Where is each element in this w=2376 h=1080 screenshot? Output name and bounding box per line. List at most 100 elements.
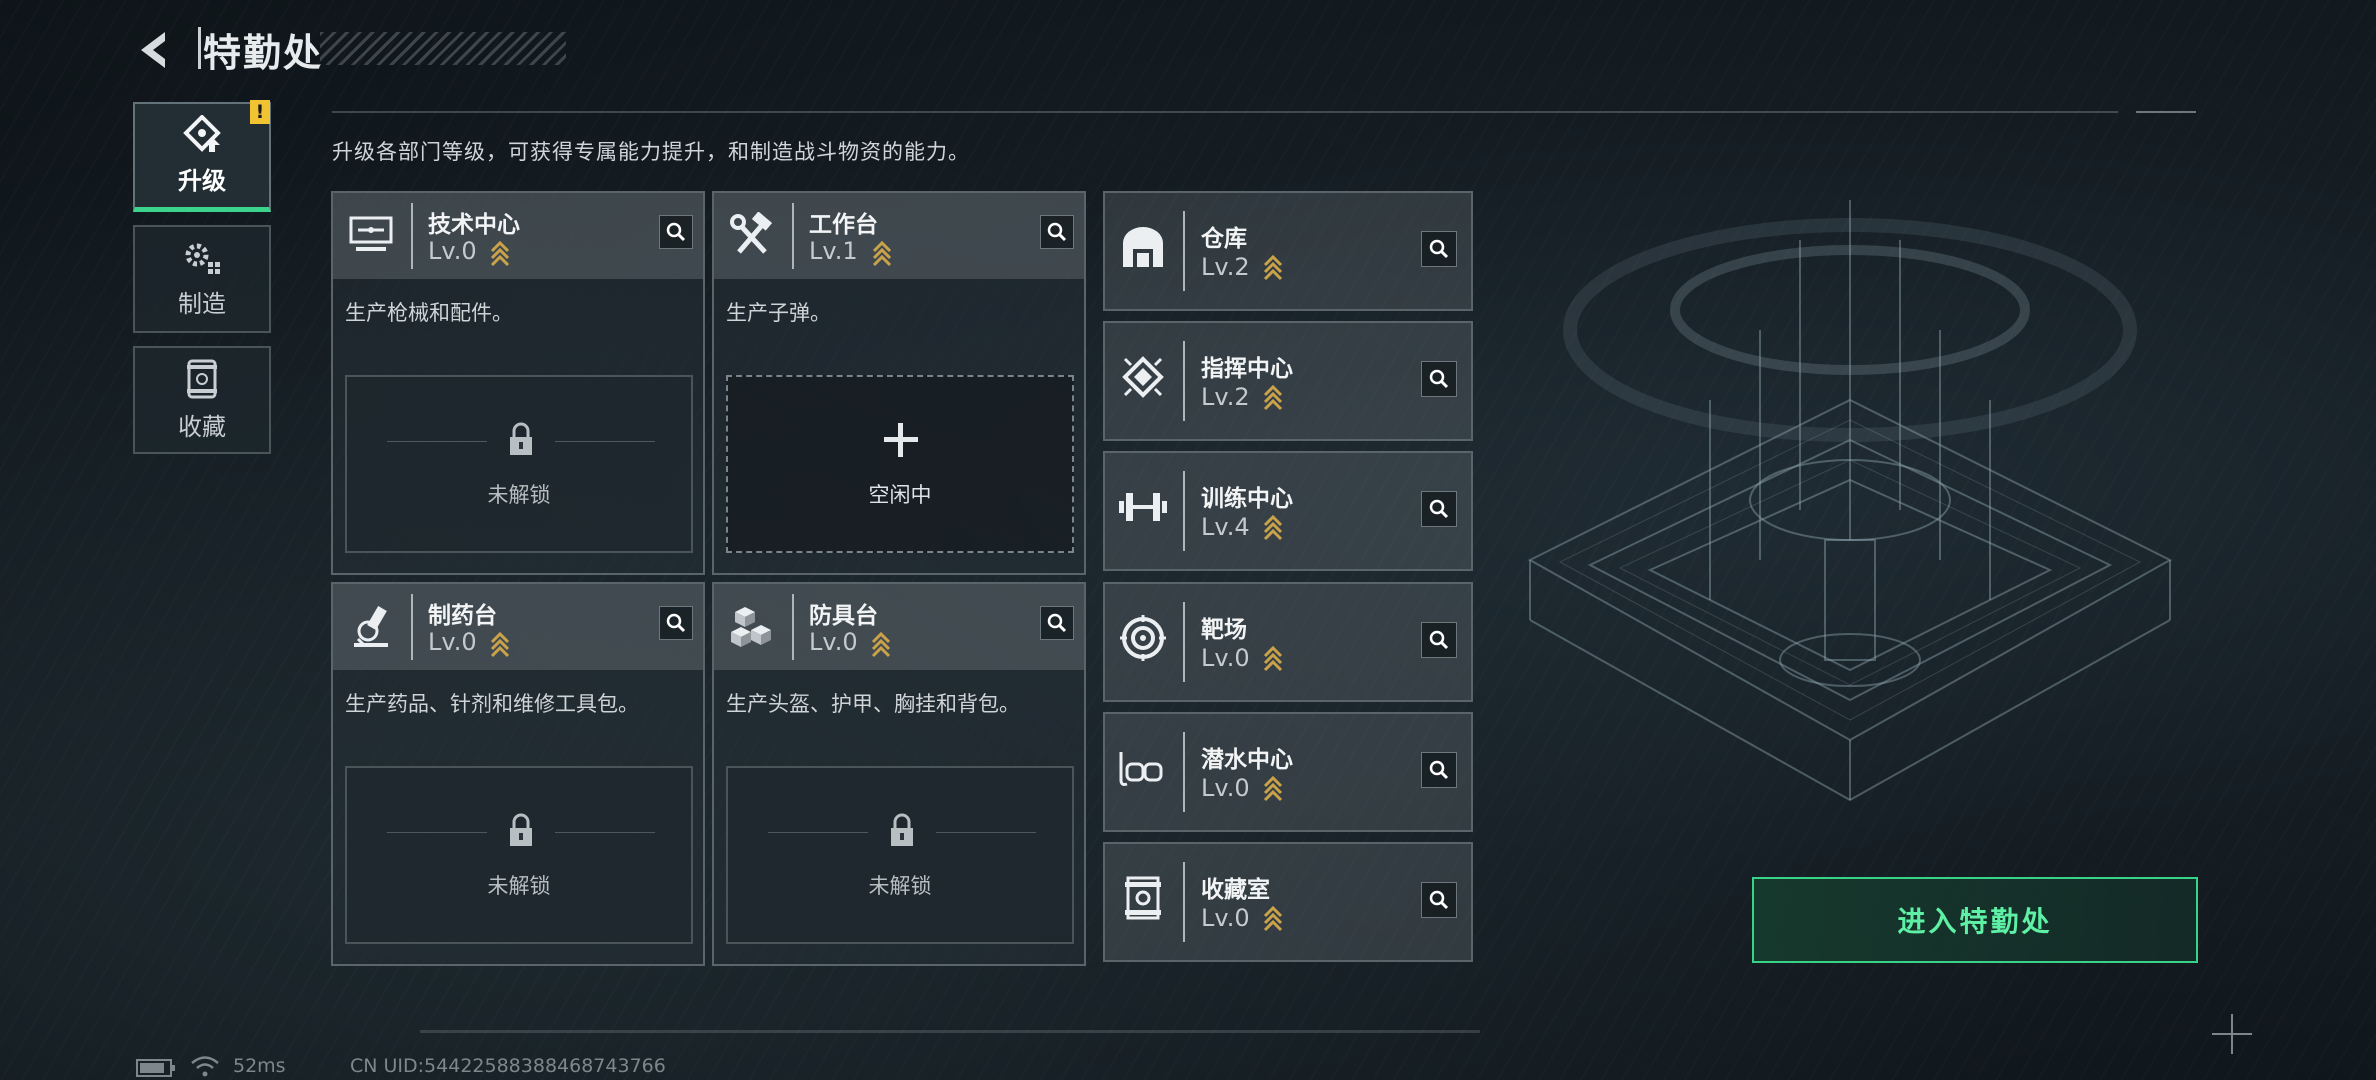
page-description: 升级各部门等级，可获得专属能力提升，和制造战斗物资的能力。: [332, 140, 970, 164]
back-arrow-icon[interactable]: [135, 28, 179, 72]
slot-status: 空闲中: [868, 483, 932, 507]
level-up-chevron-icon: [1263, 775, 1283, 802]
header-separator: [198, 27, 201, 69]
lock-icon: [510, 422, 532, 455]
department-description: 生产药品、针剂和维修工具包。: [345, 692, 639, 716]
facility-card-command-center[interactable]: 指挥中心 Lv.2: [1103, 321, 1473, 441]
slot-status: 未解锁: [487, 874, 551, 898]
uid-readout: CN UID:5442258838846874376​6: [350, 1055, 666, 1077]
slot-line-right: [555, 832, 655, 833]
production-slot-locked: 未解锁: [345, 375, 693, 553]
title-stripes-decoration: [320, 32, 566, 65]
department-description: 生产子弹。: [726, 301, 831, 325]
department-description: 生产枪械和配件。: [345, 301, 513, 325]
search-icon[interactable]: [1421, 231, 1457, 267]
department-level: Lv.0: [809, 628, 858, 656]
nav-collection[interactable]: 收藏: [133, 346, 271, 454]
search-icon[interactable]: [659, 215, 693, 249]
card-separator: [792, 594, 794, 660]
card-separator: [1183, 341, 1185, 421]
dumbbell-icon: [1115, 479, 1171, 535]
enter-special-ops-button[interactable]: 进入特勤处: [1752, 877, 2198, 963]
page-title: 特勤处: [203, 31, 324, 75]
hammer-wrench-icon: [724, 207, 780, 263]
card-separator: [792, 203, 794, 269]
search-icon[interactable]: [1421, 361, 1457, 397]
search-icon[interactable]: [1421, 882, 1457, 918]
battery-icon: [136, 1059, 175, 1077]
department-level: Lv.1: [809, 237, 858, 265]
wifi-icon: [191, 1056, 219, 1077]
card-separator: [1183, 471, 1185, 551]
facility-name: 靶场: [1201, 617, 1247, 643]
department-name: 工作台: [809, 212, 878, 238]
card-separator: [411, 203, 413, 269]
bottom-ruler-decoration: [420, 1030, 1480, 1033]
department-level: Lv.0: [428, 237, 477, 265]
facility-card-diving-center[interactable]: 潜水中心 Lv.0: [1103, 712, 1473, 832]
boxes-icon: [724, 598, 780, 654]
facility-name: 潜水中心: [1201, 747, 1293, 773]
department-card-tech-center[interactable]: 技术中心 Lv.0 生产枪械和配件。 未解锁: [331, 191, 705, 575]
department-card-armor[interactable]: 防具台 Lv.0 生产头盔、护甲、胸挂和背包。 未解锁: [712, 582, 1086, 966]
department-level: Lv.0: [428, 628, 477, 656]
search-icon[interactable]: [1040, 606, 1074, 640]
upgrade-icon: [183, 115, 221, 152]
card-separator: [1183, 602, 1185, 682]
warehouse-icon: [1115, 219, 1171, 275]
search-icon[interactable]: [1421, 752, 1457, 788]
slot-line-left: [387, 441, 487, 442]
diving-mask-icon: [1115, 740, 1171, 796]
facility-card-training-center[interactable]: 训练中心 Lv.4: [1103, 451, 1473, 571]
slot-line-left: [387, 832, 487, 833]
slot-line-right: [936, 832, 1036, 833]
facility-level: Lv.2: [1201, 253, 1250, 281]
slot-line-right: [555, 441, 655, 442]
lock-icon: [891, 813, 913, 846]
facility-level: Lv.0: [1201, 644, 1250, 672]
facility-name: 收藏室: [1201, 877, 1270, 903]
production-slot-locked: 未解锁: [726, 766, 1074, 944]
upgrade-alert-badge: !: [250, 100, 270, 124]
department-name: 防具台: [809, 603, 878, 629]
microscope-icon: [343, 598, 399, 654]
search-icon[interactable]: [659, 606, 693, 640]
facility-name: 指挥中心: [1201, 356, 1293, 382]
production-slot-idle[interactable]: 空闲中: [726, 375, 1074, 553]
facility-level: Lv.0: [1201, 774, 1250, 802]
facility-name: 仓库: [1201, 226, 1247, 252]
search-icon[interactable]: [1421, 491, 1457, 527]
level-up-chevron-icon: [872, 240, 892, 267]
slot-line-left: [768, 832, 868, 833]
facility-name: 训练中心: [1201, 486, 1293, 512]
nav-craft[interactable]: 制造: [133, 225, 271, 333]
card-separator: [1183, 862, 1185, 942]
level-up-chevron-icon: [1263, 645, 1283, 672]
search-icon[interactable]: [1040, 215, 1074, 249]
production-slot-locked: 未解锁: [345, 766, 693, 944]
search-icon[interactable]: [1421, 622, 1457, 658]
vault-icon: [1115, 870, 1171, 926]
department-name: 制药台: [428, 603, 497, 629]
slot-status: 未解锁: [487, 483, 551, 507]
facility-card-collection-room[interactable]: 收藏室 Lv.0: [1103, 842, 1473, 962]
top-divider-accent: [2136, 111, 2196, 113]
department-card-pharmacy[interactable]: 制药台 Lv.0 生产药品、针剂和维修工具包。 未解锁: [331, 582, 705, 966]
facility-level: Lv.0: [1201, 904, 1250, 932]
card-separator: [1183, 211, 1185, 291]
facility-level: Lv.2: [1201, 383, 1250, 411]
facility-card-warehouse[interactable]: 仓库 Lv.2: [1103, 191, 1473, 311]
collection-icon: [187, 359, 217, 398]
nav-craft-label: 制造: [178, 289, 226, 318]
level-up-chevron-icon: [490, 631, 510, 658]
facility-card-shooting-range[interactable]: 靶场 Lv.0: [1103, 582, 1473, 702]
base-wireframe-illustration: [1527, 200, 2173, 802]
plus-icon: [884, 423, 918, 457]
nav-collection-label: 收藏: [178, 412, 226, 441]
department-card-workbench[interactable]: 工作台 Lv.1 生产子弹。 空闲中: [712, 191, 1086, 575]
target-icon: [1115, 610, 1171, 666]
lock-icon: [510, 813, 532, 846]
crosshair-decoration: [2212, 1014, 2252, 1054]
department-name: 技术中心: [428, 212, 520, 238]
department-description: 生产头盔、护甲、胸挂和背包。: [726, 692, 1020, 716]
